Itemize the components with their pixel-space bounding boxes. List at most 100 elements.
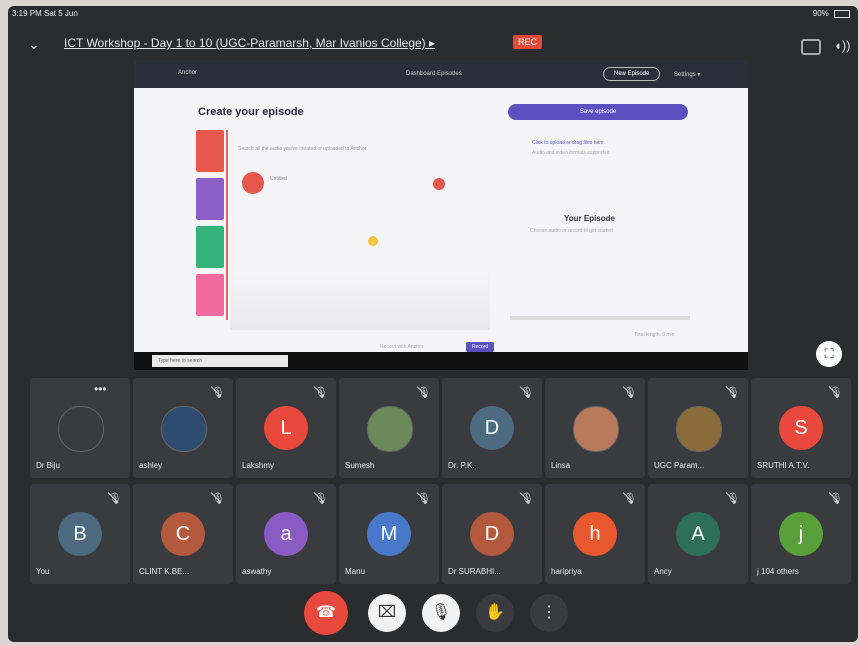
avatar: h (573, 512, 617, 556)
mic-off-icon: 🎙 (314, 493, 328, 505)
mic-off-icon: 🎙 (623, 387, 637, 399)
participant-name: haripriya (551, 567, 582, 576)
share-your-episode: Your Episode (564, 214, 615, 223)
share-progress-bar (510, 316, 690, 320)
participant-name: SRUTHI A.T.V. (757, 461, 810, 470)
participant-name: Lakshmy (242, 461, 275, 470)
share-heading: Create your episode (198, 106, 304, 118)
avatar: a (264, 512, 308, 556)
participant-name: CLINT K.BE... (139, 567, 190, 576)
avatar: L (264, 406, 308, 450)
participant-tile[interactable]: A Ancy 🎙 (648, 484, 748, 584)
mic-off-icon: 🎙 (520, 493, 534, 505)
participant-tile[interactable]: Dr Biju ••• (30, 378, 130, 478)
participant-tile[interactable]: C CLINT K.BE... 🎙 (133, 484, 233, 584)
avatar (161, 406, 207, 452)
share-total-length: Total length: 0 min (634, 332, 675, 338)
more-options-button[interactable]: ⋮ (530, 594, 568, 632)
status-indicators: 90% (813, 9, 850, 18)
share-upload-sub: Audio and video formats supported (532, 150, 610, 156)
participant-tile[interactable]: B You 🎙 (30, 484, 130, 584)
avatar: B (58, 512, 102, 556)
tile-more-icon[interactable]: ••• (94, 382, 107, 396)
meeting-title[interactable]: ICT Workshop - Day 1 to 10 (UGC-Paramars… (64, 36, 435, 50)
share-illustration (230, 270, 490, 330)
mic-off-icon: 🎙 (211, 493, 225, 505)
camera-off-button[interactable]: ⌧ (368, 594, 406, 632)
participant-name: Dr. P.K. (448, 461, 475, 470)
status-time: 3:19 PM Sat 5 Jun (12, 9, 78, 18)
participant-name: Sumesh (345, 461, 375, 470)
avatar: S (779, 406, 823, 450)
participant-tile[interactable]: h haripriya 🎙 (545, 484, 645, 584)
participant-tile[interactable]: j j 104 others 🎙 (751, 484, 851, 584)
avatar: D (470, 512, 514, 556)
participant-name: Linsa (551, 461, 571, 470)
avatar (58, 406, 104, 452)
avatar: j (779, 512, 823, 556)
share-save-button: Save episode (508, 104, 688, 120)
share-taskbar-search: Type here to search (152, 355, 288, 367)
avatar (573, 406, 619, 452)
share-audio-card-label: Untitled (270, 176, 287, 182)
avatar: C (161, 512, 205, 556)
participant-tile[interactable]: L Lakshmy 🎙 (236, 378, 336, 478)
share-logo: Anchor (178, 70, 198, 76)
share-tab-library (196, 178, 224, 220)
participant-tile[interactable]: D Dr. P.K. 🎙 (442, 378, 542, 478)
avatar: M (367, 512, 411, 556)
share-new-episode-button: New Episode (603, 67, 661, 81)
status-bar: 3:19 PM Sat 5 Jun 90% (8, 6, 858, 22)
participant-tile[interactable]: Linsa 🎙 (545, 378, 645, 478)
share-cta: Record with Anchor (380, 344, 424, 350)
participant-name: You (36, 567, 50, 576)
mic-off-icon: 🎙 (211, 387, 225, 399)
share-nav-bar: Anchor Dashboard Episodes New Episode Se… (134, 60, 748, 88)
mic-off-icon: 🎙 (623, 493, 637, 505)
participant-name: Manu (345, 567, 366, 576)
meet-window: 3:19 PM Sat 5 Jun 90% ⌄ ICT Workshop - D… (8, 6, 858, 642)
speaker-icon[interactable]: ◖)) (834, 38, 851, 53)
participant-name: Dr Biju (36, 461, 61, 470)
share-audio-card-icon (242, 172, 264, 194)
share-bulb-icon (368, 236, 378, 246)
mic-off-icon: 🎙 (108, 493, 122, 505)
participant-name: Dr SURABHI... (448, 567, 501, 576)
participant-tile[interactable]: Sumesh 🎙 (339, 378, 439, 478)
share-your-episode-sub: Choose audio or record to get started (530, 228, 613, 234)
battery-level: 90% (812, 9, 829, 18)
participant-tile[interactable]: UGC Param... 🎙 (648, 378, 748, 478)
share-taskbar: Type here to search (134, 352, 748, 370)
screen-share: Anchor Dashboard Episodes New Episode Se… (134, 60, 748, 360)
avatar: D (470, 406, 514, 450)
recording-badge: REC (513, 35, 543, 49)
battery-icon (834, 9, 850, 18)
mic-off-icon: 🎙 (829, 387, 843, 399)
chevron-down-icon[interactable]: ⌄ (28, 36, 40, 53)
participant-tile[interactable]: S SRUTHI A.T.V. 🎙 (751, 378, 851, 478)
share-divider (226, 130, 228, 320)
camera-icon[interactable] (801, 39, 821, 55)
participant-name: UGC Param... (654, 461, 705, 470)
participant-tile[interactable]: a aswathy 🎙 (236, 484, 336, 584)
participant-tile[interactable]: D Dr SURABHI... 🎙 (442, 484, 542, 584)
avatar (367, 406, 413, 452)
end-call-button[interactable]: ☎ (304, 591, 348, 635)
mic-off-icon: 🎙 (520, 387, 534, 399)
participant-name: Ancy (654, 567, 672, 576)
share-tab-messages (196, 226, 224, 268)
mic-off-icon: 🎙 (726, 493, 740, 505)
mic-off-icon: 🎙 (417, 387, 431, 399)
mic-off-icon: 🎙 (417, 493, 431, 505)
mic-off-button[interactable]: 🎙 (422, 594, 460, 632)
mic-off-icon: 🎙 (726, 387, 740, 399)
share-upload-hint: Click to upload or drag files here (532, 140, 604, 146)
raise-hand-button[interactable]: ✋ (476, 594, 514, 632)
participant-tile[interactable]: ashley 🎙 (133, 378, 233, 478)
share-add-icon (433, 178, 445, 190)
participant-tile[interactable]: M Manu 🎙 (339, 484, 439, 584)
share-tab-music (196, 274, 224, 316)
mic-off-icon: 🎙 (314, 387, 328, 399)
fullscreen-icon[interactable]: ⛶ (816, 341, 842, 367)
participant-name: j 104 others (757, 567, 799, 576)
